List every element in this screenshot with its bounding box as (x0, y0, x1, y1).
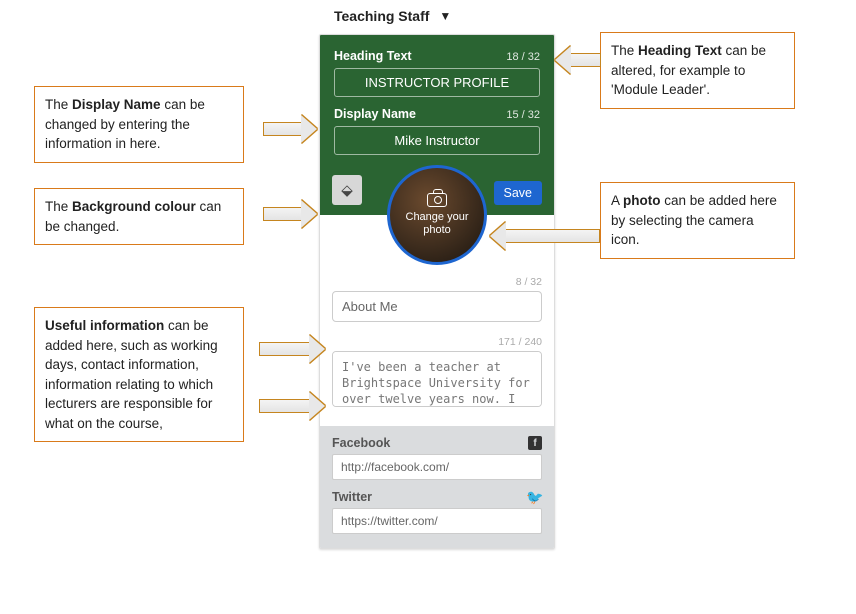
annotation-heading-text: The Heading Text can be altered, for exa… (600, 32, 795, 109)
avatar-text-1: Change your (406, 211, 469, 224)
facebook-input[interactable] (332, 454, 542, 480)
about-title-input[interactable] (332, 291, 542, 322)
annotation-background-colour: The Background colour can be changed. (34, 188, 244, 245)
dropdown-label: Teaching Staff (334, 8, 429, 24)
change-photo-button[interactable]: Change your photo (387, 165, 487, 265)
camera-icon (427, 193, 447, 207)
arrow-icon (555, 46, 601, 74)
arrow-icon (263, 115, 317, 143)
arrow-icon (259, 335, 325, 363)
display-name-label: Display Name (334, 107, 416, 121)
arrow-icon (259, 392, 325, 420)
social-section: Facebook f Twitter 🐦 (320, 426, 554, 548)
annotation-photo: A photo can be added here by selecting t… (600, 182, 795, 259)
paint-bucket-icon: ⬙ (341, 181, 353, 199)
display-name-input[interactable] (334, 126, 540, 155)
twitter-input[interactable] (332, 508, 542, 534)
chevron-down-icon: ▼ (439, 9, 451, 23)
twitter-icon: 🐦 (528, 490, 542, 504)
annotation-useful-info: Useful information can be added here, su… (34, 307, 244, 442)
save-button[interactable]: Save (494, 181, 543, 205)
background-color-button[interactable]: ⬙ (332, 175, 362, 205)
about-bio-count: 171 / 240 (332, 336, 542, 348)
about-bio-textarea[interactable] (332, 351, 542, 407)
heading-text-input[interactable] (334, 68, 540, 97)
annotation-display-name: The Display Name can be changed by enter… (34, 86, 244, 163)
twitter-label: Twitter (332, 490, 372, 504)
arrow-icon (490, 222, 600, 250)
about-section: 8 / 32 171 / 240 (320, 270, 554, 426)
avatar-text-2: photo (423, 224, 451, 237)
facebook-label: Facebook (332, 436, 390, 450)
profile-editor-panel: Heading Text 18 / 32 Display Name 15 / 3… (319, 34, 555, 549)
teaching-staff-dropdown[interactable]: Teaching Staff ▼ (334, 8, 451, 24)
heading-text-count: 18 / 32 (506, 51, 540, 63)
facebook-icon: f (528, 436, 542, 450)
display-name-count: 15 / 32 (506, 109, 540, 121)
arrow-icon (263, 200, 317, 228)
about-title-count: 8 / 32 (332, 276, 542, 288)
heading-text-label: Heading Text (334, 49, 412, 63)
